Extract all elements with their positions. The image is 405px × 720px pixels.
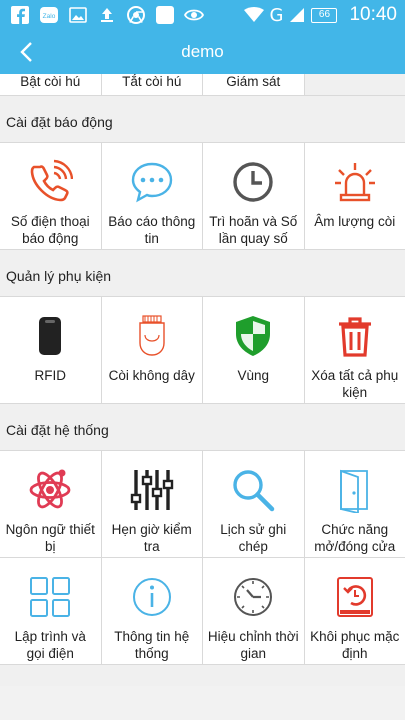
upload-icon <box>101 8 113 22</box>
facebook-icon <box>11 6 29 24</box>
delete-accessories-button[interactable]: Xóa tất cả phụ kiện <box>304 297 405 403</box>
item-label: Lịch sử ghi chép <box>220 522 287 554</box>
programming-call-button[interactable]: Lập trình và gọi điện <box>0 558 101 664</box>
item-label: Chức năng mở/đóng cửa <box>314 522 396 554</box>
monitor-button[interactable]: Giám sát <box>203 74 304 95</box>
settings-content[interactable]: Bật còi hú Tắt còi hú Giám sát Cài đặt b… <box>0 74 405 686</box>
delay-redial-button[interactable]: Trì hoãn và Số lần quay số <box>203 143 304 249</box>
item-label: Thông tin hệ thống <box>114 629 190 661</box>
factory-reset-button[interactable]: Khôi phục mặc định <box>304 558 405 664</box>
door-function-button[interactable]: Chức năng mở/đóng cửa <box>304 451 405 557</box>
door-icon <box>339 469 368 513</box>
system-grid: Ngôn ngữ thiết bị Hẹn giờ kiểm tra Lịch … <box>0 450 405 665</box>
trash-icon <box>338 317 371 357</box>
item-label: Xóa tất cả phụ kiện <box>311 368 399 400</box>
report-info-button[interactable]: Báo cáo thông tin <box>101 143 202 249</box>
chrome-icon <box>127 6 145 24</box>
page-title: demo <box>181 42 224 61</box>
item-label: Vùng <box>237 368 270 383</box>
wifi-icon <box>243 7 264 22</box>
item-label: Trì hoãn và Số lần quay số <box>209 214 298 246</box>
item-label: Hiệu chỉnh thời gian <box>207 629 299 661</box>
item-label: Ngôn ngữ thiết bị <box>5 522 95 554</box>
section-alarm-settings-title: Cài đặt báo động <box>6 114 113 130</box>
section-system-title: Cài đặt hệ thống <box>6 422 109 438</box>
zalo-label: Zalo <box>43 13 56 20</box>
system-info-button[interactable]: Thông tin hệ thống <box>101 558 202 664</box>
status-clock: 10:40 <box>349 4 397 25</box>
item-label: Còi không dây <box>108 368 195 383</box>
zalo-icon: Zalo <box>40 7 58 23</box>
siren-volume-button[interactable]: Âm lượng còi <box>304 143 405 249</box>
phone-ring-icon <box>30 159 74 202</box>
status-bar: Zalo G 66 10:40 <box>0 0 405 30</box>
system-status: G 66 10:40 <box>243 4 397 26</box>
history-log-button[interactable]: Lịch sử ghi chép <box>203 451 304 557</box>
clock-icon <box>233 162 273 202</box>
item-label: Số điện thoại báo động <box>10 214 90 246</box>
item-label: Khôi phục mặc định <box>310 629 400 661</box>
test-timer-button[interactable]: Hẹn giờ kiểm tra <box>101 451 202 557</box>
grid-icon <box>30 577 71 617</box>
time-adjust-button[interactable]: Hiệu chỉnh thời gian <box>203 558 304 664</box>
eye-icon <box>184 9 204 21</box>
wireless-siren-button[interactable]: Còi không dây <box>101 297 202 403</box>
item-label: Hẹn giờ kiểm tra <box>111 522 192 554</box>
rfid-tag-icon <box>39 317 62 355</box>
image-icon <box>69 7 87 23</box>
wireless-siren-icon <box>139 315 165 356</box>
siren-icon <box>334 163 375 202</box>
rfid-button[interactable]: RFID <box>0 297 101 403</box>
device-language-button[interactable]: Ngôn ngữ thiết bị <box>0 451 101 557</box>
top-actions-row: Bật còi hú Tắt còi hú Giám sát <box>0 74 405 96</box>
accessories-grid: RFID Còi không dây Vùng Xóa tất cả phụ k… <box>0 296 405 404</box>
notification-icons: Zalo <box>10 5 204 25</box>
signal-icon <box>290 8 305 22</box>
info-icon <box>132 578 171 616</box>
siren-off-button[interactable]: Tắt còi hú <box>101 74 202 95</box>
section-accessories-title: Quản lý phụ kiện <box>6 268 112 284</box>
network-type: G <box>269 4 284 26</box>
empty-cell <box>304 74 405 95</box>
atom-icon <box>29 469 71 509</box>
shield-icon <box>236 316 271 356</box>
item-label: Lập trình và gọi điện <box>14 629 86 661</box>
item-label: Báo cáo thông tin <box>108 214 196 246</box>
app-icon <box>156 6 174 24</box>
wall-clock-icon <box>234 578 273 616</box>
restore-icon <box>336 577 373 617</box>
app-bar: demo <box>0 30 405 74</box>
siren-on-button[interactable]: Bật còi hú <box>0 74 101 95</box>
item-label: RFID <box>34 368 67 383</box>
item-label: Âm lượng còi <box>314 214 396 229</box>
equalizer-icon <box>130 470 173 510</box>
battery-level: 66 <box>311 7 338 23</box>
chat-bubble-icon <box>131 162 172 203</box>
magnifier-icon <box>233 470 275 512</box>
zone-button[interactable]: Vùng <box>203 297 304 403</box>
system-nav-bar <box>0 686 405 720</box>
alarm-settings-grid: Số điện thoại báo động Báo cáo thông tin… <box>0 142 405 250</box>
alarm-phone-button[interactable]: Số điện thoại báo động <box>0 143 101 249</box>
